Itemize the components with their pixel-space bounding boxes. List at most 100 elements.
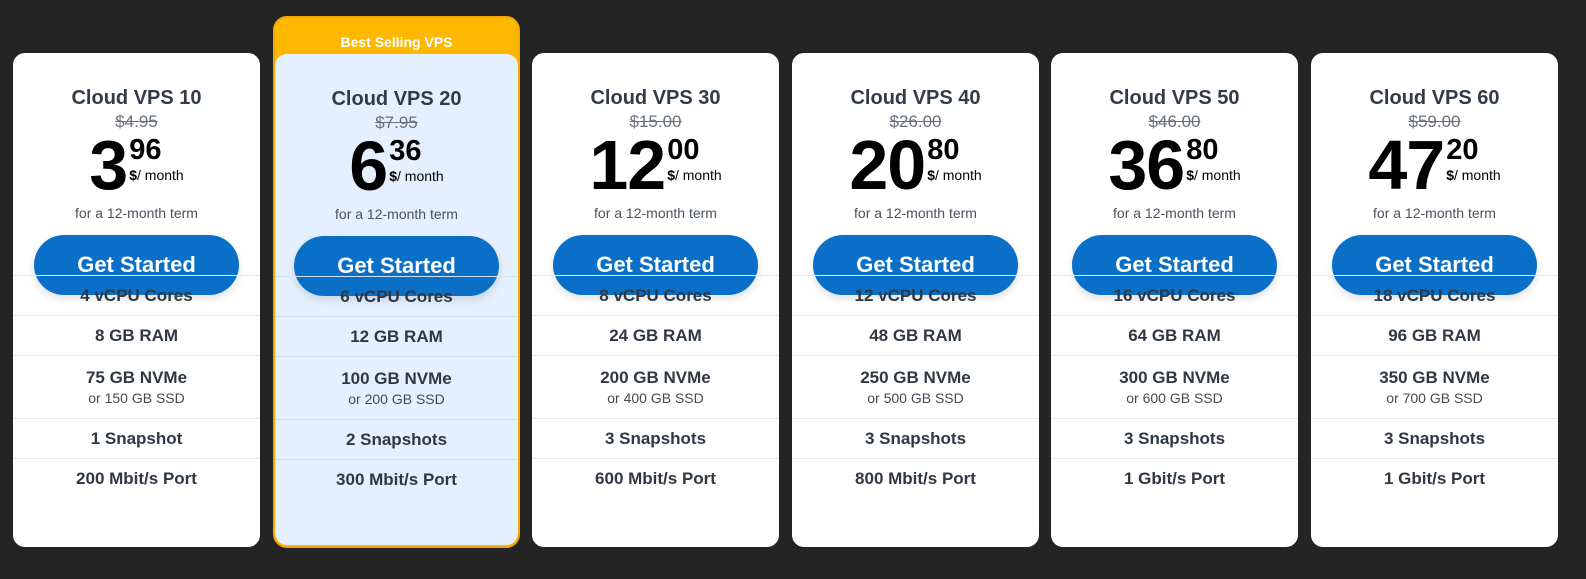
price-cents: 96 <box>129 134 162 166</box>
feature-storage-alt: or 200 GB SSD <box>348 391 445 407</box>
billing-period: / month <box>397 168 444 184</box>
currency-symbol: $ <box>129 167 138 183</box>
feature-snapshots: 3 Snapshots <box>532 419 779 459</box>
feature-storage-alt: or 500 GB SSD <box>867 390 964 406</box>
billing-period: / month <box>1193 167 1241 183</box>
currency-symbol: $ <box>389 168 398 184</box>
feature-storage-alt: or 150 GB SSD <box>88 390 185 406</box>
feature-storage-alt: or 400 GB SSD <box>607 390 704 406</box>
billing-period: / month <box>1453 167 1501 183</box>
feature-snapshots: 2 Snapshots <box>275 420 518 460</box>
price-unit: $/ month <box>1186 167 1241 183</box>
feature-ram: 8 GB RAM <box>13 316 260 356</box>
feature-list: 12 vCPU Cores 48 GB RAM 250 GB NVMe or 50… <box>792 275 1039 498</box>
price-integer: 47 <box>1368 126 1445 204</box>
feature-storage-alt: or 600 GB SSD <box>1126 390 1223 406</box>
price-term: for a 12-month term <box>1373 205 1496 221</box>
feature-port: 200 Mbit/s Port <box>76 468 197 488</box>
price: 36 80 $/ month <box>1051 126 1298 204</box>
plan-header: Cloud VPS 60 $59.00 47 20 $/ month for a… <box>1311 53 1558 295</box>
feature-list: 8 vCPU Cores 24 GB RAM 200 GB NVMe or 400… <box>532 275 779 498</box>
feature-ram: 12 GB RAM <box>275 317 518 357</box>
feature-list: 16 vCPU Cores 64 GB RAM 300 GB NVMe or 60… <box>1051 275 1298 498</box>
price-term: for a 12-month term <box>75 205 198 221</box>
price-cents: 80 <box>927 134 960 166</box>
price: 47 20 $/ month <box>1311 126 1558 204</box>
plan-name: Cloud VPS 60 <box>1369 87 1500 109</box>
feature-cpu: 18 vCPU Cores <box>1311 276 1558 316</box>
feature-storage: 350 GB NVMe or 700 GB SSD <box>1311 356 1558 419</box>
plan-name: Cloud VPS 50 <box>1109 87 1240 109</box>
feature-snapshots: 3 Snapshots <box>1051 419 1298 459</box>
plan-name: Cloud VPS 30 <box>590 87 721 109</box>
pricing-cards: Cloud VPS 10 $4.95 3 96 $/ month for a 1… <box>0 0 1586 579</box>
plan-name: Cloud VPS 20 <box>331 88 462 110</box>
billing-period: / month <box>934 167 982 183</box>
price-integer: 20 <box>849 126 926 204</box>
price: 3 96 $/ month <box>13 126 260 204</box>
feature-storage: 250 GB NVMe or 500 GB SSD <box>792 356 1039 419</box>
currency-symbol: $ <box>1186 167 1194 183</box>
feature-storage: 75 GB NVMe or 150 GB SSD <box>13 356 260 419</box>
price-term: for a 12-month term <box>854 205 977 221</box>
plan-header: Cloud VPS 20 $7.95 6 36 $/ month for a 1… <box>275 54 518 296</box>
price-integer: 6 <box>349 127 388 205</box>
plan-header: Cloud VPS 10 $4.95 3 96 $/ month for a 1… <box>13 53 260 295</box>
feature-storage: 300 GB NVMe or 600 GB SSD <box>1051 356 1298 419</box>
currency-symbol: $ <box>667 167 675 183</box>
plan-header: Cloud VPS 50 $46.00 36 80 $/ month for a… <box>1051 53 1298 295</box>
feature-cpu: 8 vCPU Cores <box>532 276 779 316</box>
price: 12 00 $/ month <box>532 126 779 204</box>
plan-card-cloud-vps-30: Cloud VPS 30 $15.00 12 00 $/ month for a… <box>532 53 779 547</box>
feature-ram: 48 GB RAM <box>792 316 1039 356</box>
feature-list: 6 vCPU Cores 12 GB RAM 100 GB NVMe or 200… <box>275 276 518 499</box>
feature-list: 18 vCPU Cores 96 GB RAM 350 GB NVMe or 70… <box>1311 275 1558 498</box>
billing-period: / month <box>674 167 722 183</box>
feature-list: 4 vCPU Cores 8 GB RAM 75 GB NVMe or 150 G… <box>13 275 260 498</box>
feature-cpu: 6 vCPU Cores <box>275 277 518 317</box>
feature-port: 1 Gbit/s Port <box>1383 468 1486 488</box>
price-cents: 36 <box>389 135 422 167</box>
price-unit: $/ month <box>1446 167 1501 183</box>
plan-name: Cloud VPS 10 <box>71 87 202 109</box>
price: 20 80 $/ month <box>792 126 1039 204</box>
feature-port: 300 Mbit/s Port <box>336 469 457 489</box>
price-cents: 20 <box>1446 134 1479 166</box>
price-unit: $/ month <box>389 168 444 184</box>
plan-card-cloud-vps-20: Best Selling VPS Cloud VPS 20 $7.95 6 36… <box>273 16 520 548</box>
feature-port: 600 Mbit/s Port <box>595 468 716 488</box>
feature-ram: 96 GB RAM <box>1311 316 1558 356</box>
price-term: for a 12-month term <box>1113 205 1236 221</box>
price-integer: 12 <box>589 126 666 204</box>
plan-card-cloud-vps-40: Cloud VPS 40 $26.00 20 80 $/ month for a… <box>792 53 1039 547</box>
feature-ram: 64 GB RAM <box>1051 316 1298 356</box>
price-unit: $/ month <box>129 167 184 183</box>
feature-cpu: 12 vCPU Cores <box>792 276 1039 316</box>
feature-snapshots: 3 Snapshots <box>792 419 1039 459</box>
price-unit: $/ month <box>927 167 982 183</box>
currency-symbol: $ <box>927 167 935 183</box>
plan-card-cloud-vps-50: Cloud VPS 50 $46.00 36 80 $/ month for a… <box>1051 53 1298 547</box>
price-unit: $/ month <box>667 167 722 183</box>
old-price: $7.95 <box>375 113 418 132</box>
price-integer: 36 <box>1108 126 1185 204</box>
feature-snapshots: 1 Snapshot <box>13 419 260 459</box>
plan-header: Cloud VPS 40 $26.00 20 80 $/ month for a… <box>792 53 1039 295</box>
feature-cpu: 16 vCPU Cores <box>1051 276 1298 316</box>
price-integer: 3 <box>89 126 128 204</box>
feature-snapshots: 3 Snapshots <box>1311 419 1558 459</box>
feature-port: 1 Gbit/s Port <box>1123 468 1226 488</box>
feature-storage-alt: or 700 GB SSD <box>1386 390 1483 406</box>
feature-storage: 100 GB NVMe or 200 GB SSD <box>275 357 518 420</box>
currency-symbol: $ <box>1446 167 1454 183</box>
price-term: for a 12-month term <box>335 206 458 222</box>
feature-port: 800 Mbit/s Port <box>855 468 976 488</box>
feature-cpu: 4 vCPU Cores <box>13 276 260 316</box>
plan-name: Cloud VPS 40 <box>850 87 981 109</box>
feature-storage: 200 GB NVMe or 400 GB SSD <box>532 356 779 419</box>
price-cents: 80 <box>1186 134 1219 166</box>
featured-card-body: Cloud VPS 20 $7.95 6 36 $/ month for a 1… <box>275 54 518 545</box>
price-cents: 00 <box>667 134 700 166</box>
plan-card-cloud-vps-10: Cloud VPS 10 $4.95 3 96 $/ month for a 1… <box>13 53 260 547</box>
plan-header: Cloud VPS 30 $15.00 12 00 $/ month for a… <box>532 53 779 295</box>
